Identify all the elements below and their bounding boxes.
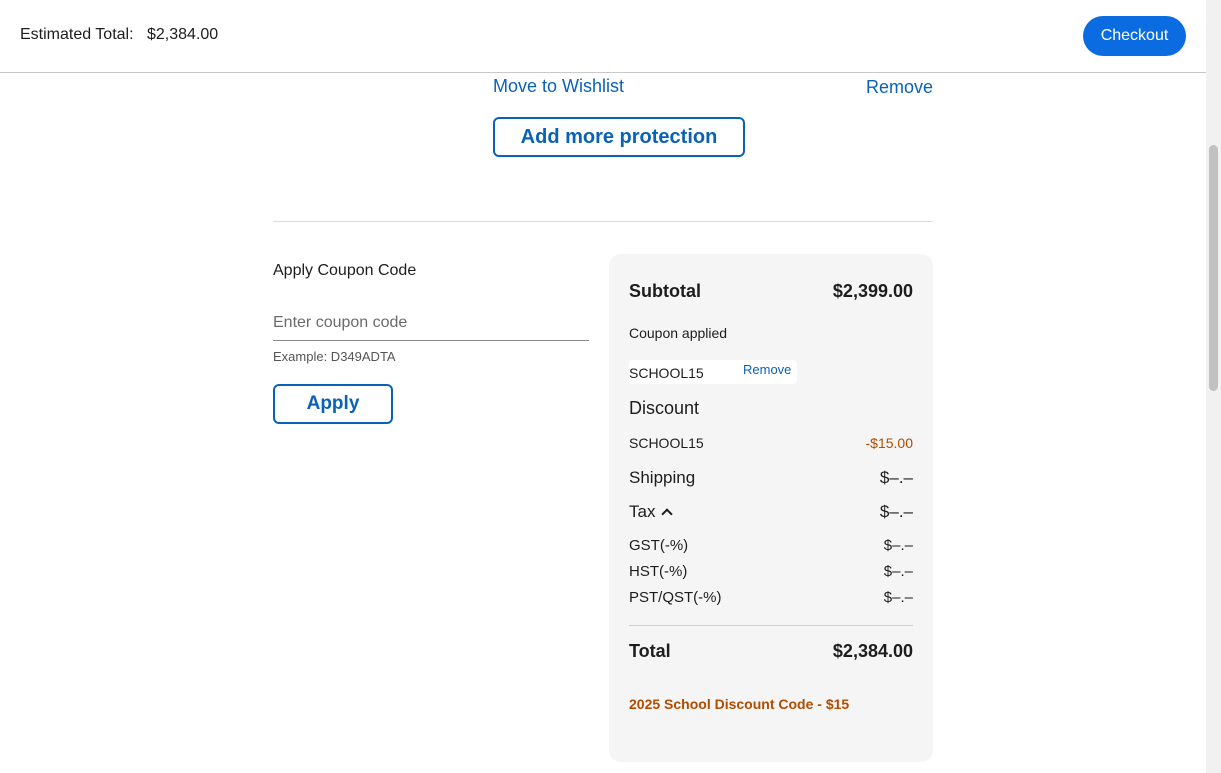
discount-label: Discount — [629, 398, 700, 418]
shipping-row: Shipping $–.– — [629, 468, 913, 488]
applied-coupon-code: SCHOOL15 — [629, 365, 704, 381]
tax-line-gst: GST(-%) $–.– — [629, 537, 913, 554]
tax-toggle[interactable]: Tax — [629, 502, 674, 522]
shipping-value: $–.– — [879, 468, 913, 487]
estimated-total-value: $2,384.00 — [147, 26, 219, 43]
coupon-title: Apply Coupon Code — [273, 262, 417, 279]
total-row: Total $2,384.00 — [629, 641, 913, 662]
subtotal-label: Subtotal — [629, 281, 701, 301]
remove-coupon-link[interactable]: Remove — [743, 362, 791, 377]
order-summary: Subtotal $2,399.00 Coupon applied SCHOOL… — [609, 254, 933, 762]
chevron-up-icon[interactable] — [661, 508, 674, 520]
discount-value: -$15.00 — [865, 435, 913, 451]
estimated-total-label: Estimated Total: — [20, 26, 134, 43]
discount-row: SCHOOL15 -$15.00 — [629, 435, 913, 451]
shipping-label: Shipping — [629, 468, 696, 487]
coupon-applied-label: Coupon applied — [629, 325, 728, 341]
tax-line-hst: HST(-%) $–.– — [629, 563, 913, 580]
discount-code: SCHOOL15 — [629, 435, 704, 451]
total-label: Total — [629, 641, 671, 661]
section-divider — [273, 221, 933, 222]
coupon-input[interactable] — [273, 306, 589, 341]
remove-item-link[interactable]: Remove — [866, 77, 933, 98]
discount-heading-row: Discount — [629, 398, 913, 419]
promo-text: 2025 School Discount Code - $15 — [629, 696, 850, 712]
tax-row[interactable]: Tax $–.– — [629, 502, 913, 522]
add-protection-button[interactable]: Add more protection — [493, 117, 745, 157]
tax-line-value: $–.– — [883, 563, 913, 580]
tax-value: $–.– — [879, 502, 913, 521]
checkout-button[interactable]: Checkout — [1083, 16, 1186, 56]
tax-label: Tax — [629, 502, 656, 521]
tax-line-value: $–.– — [883, 537, 913, 554]
apply-coupon-button[interactable]: Apply — [273, 384, 393, 424]
coupon-example: Example: D349ADTA — [273, 349, 396, 364]
tax-line-label: PST/QST(-%) — [629, 589, 722, 606]
tax-line-label: HST(-%) — [629, 563, 688, 580]
move-to-wishlist-link[interactable]: Move to Wishlist — [493, 76, 624, 97]
summary-divider — [629, 625, 913, 626]
applied-coupon-chip: SCHOOL15 Remove — [629, 360, 797, 384]
tax-line-label: GST(-%) — [629, 537, 689, 554]
subtotal-value: $2,399.00 — [832, 281, 913, 301]
total-value: $2,384.00 — [832, 641, 913, 661]
subtotal-row: Subtotal $2,399.00 — [629, 281, 913, 302]
scrollbar-thumb[interactable] — [1209, 145, 1218, 391]
sticky-checkout-bar: Estimated Total: $2,384.00 Checkout — [0, 0, 1206, 73]
tax-line-value: $–.– — [883, 589, 913, 606]
tax-line-pst: PST/QST(-%) $–.– — [629, 589, 913, 606]
